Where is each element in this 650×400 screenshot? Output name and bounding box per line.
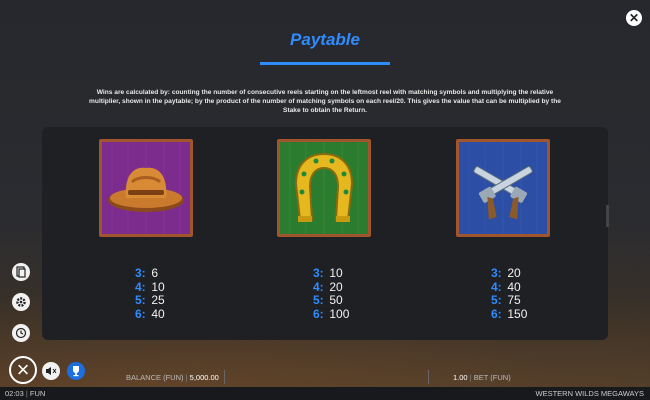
pay-count: 4: bbox=[491, 279, 502, 294]
exit-button[interactable]: × bbox=[9, 356, 37, 384]
horseshoe-icon bbox=[280, 142, 368, 234]
settings-button[interactable] bbox=[12, 293, 30, 311]
pay-row: 5: 75 bbox=[491, 293, 551, 308]
pay-count: 3: bbox=[135, 266, 146, 280]
close-icon[interactable]: ✕ bbox=[626, 10, 642, 26]
paytable-button[interactable] bbox=[12, 263, 30, 281]
bet-label: BET (FUN) bbox=[473, 373, 511, 382]
pay-value: 75 bbox=[507, 293, 521, 307]
horseshoe-symbol bbox=[277, 139, 371, 237]
page-title: Paytable bbox=[290, 30, 360, 49]
sound-button[interactable] bbox=[42, 362, 60, 380]
pay-value: 20 bbox=[507, 266, 521, 280]
pistols-icon bbox=[459, 142, 547, 234]
pay-row: 6: 40 bbox=[135, 306, 195, 322]
gear-icon bbox=[16, 297, 26, 307]
paytable-description: Wins are calculated by: counting the num… bbox=[89, 89, 561, 114]
pay-count: 6: bbox=[135, 306, 146, 321]
scrollbar[interactable] bbox=[606, 205, 609, 227]
pay-row: 4: 10 bbox=[135, 279, 195, 295]
pay-value: 150 bbox=[507, 306, 528, 321]
status-bar: 02:03 | FUN WESTERN WILDS MEGAWAYS bbox=[0, 387, 650, 400]
pay-row: 3: 6 bbox=[135, 266, 195, 281]
pay-value: 40 bbox=[151, 306, 165, 321]
document-icon bbox=[16, 266, 26, 278]
pay-count: 5: bbox=[313, 293, 324, 307]
pay-row: 4: 20 bbox=[313, 279, 373, 295]
pay-value: 40 bbox=[507, 279, 521, 294]
cowboy-hat-icon bbox=[102, 142, 190, 234]
cowboy-hat-paylist: 3: 6 4: 10 5: 25 6: 40 bbox=[135, 266, 195, 322]
pay-value: 6 bbox=[151, 266, 159, 280]
pay-count: 5: bbox=[135, 293, 146, 307]
horseshoe-paylist: 3: 10 4: 20 5: 50 6: 100 bbox=[313, 266, 373, 322]
pay-count: 4: bbox=[135, 279, 146, 294]
trophy-icon bbox=[73, 366, 79, 377]
pay-value: 25 bbox=[151, 293, 165, 307]
pay-row: 3: 20 bbox=[491, 266, 551, 281]
bet-value: 1.00 bbox=[453, 373, 468, 382]
pay-count: 6: bbox=[313, 306, 324, 321]
mode-text: FUN bbox=[29, 389, 46, 398]
pay-count: 5: bbox=[491, 293, 502, 307]
history-icon bbox=[15, 327, 27, 339]
balance-value: 5,000.00 bbox=[189, 373, 219, 382]
time-text: 02:03 bbox=[5, 389, 24, 398]
title-underline bbox=[260, 62, 390, 65]
cowboy-hat-symbol bbox=[99, 139, 193, 237]
pay-value: 10 bbox=[329, 266, 343, 280]
pay-count: 4: bbox=[313, 279, 324, 294]
balance-label: BALANCE (FUN) bbox=[126, 373, 184, 382]
pay-value: 20 bbox=[329, 279, 343, 294]
divider bbox=[224, 370, 225, 384]
history-button[interactable] bbox=[12, 324, 30, 342]
clock: 02:03 | FUN bbox=[5, 389, 45, 398]
crossed-pistols-symbol bbox=[456, 139, 550, 237]
pay-row: 5: 25 bbox=[135, 293, 195, 308]
pay-row: 4: 40 bbox=[491, 279, 551, 295]
pay-row: 5: 50 bbox=[313, 293, 373, 308]
speaker-icon bbox=[46, 367, 57, 375]
pay-value: 50 bbox=[329, 293, 343, 307]
pay-row: 6: 150 bbox=[491, 306, 551, 322]
balance-display: BALANCE (FUN) | 5,000.00 bbox=[126, 373, 219, 382]
pay-count: 6: bbox=[491, 306, 502, 321]
pay-row: 3: 10 bbox=[313, 266, 373, 281]
pay-count: 3: bbox=[491, 266, 502, 280]
trophy-button[interactable] bbox=[67, 362, 85, 380]
pistols-paylist: 3: 20 4: 40 5: 75 6: 150 bbox=[491, 266, 551, 322]
divider bbox=[428, 370, 429, 384]
pay-row: 6: 100 bbox=[313, 306, 373, 322]
pay-value: 10 bbox=[151, 279, 165, 294]
bet-display[interactable]: 1.00 | BET (FUN) bbox=[453, 373, 511, 382]
pay-value: 100 bbox=[329, 306, 350, 321]
game-name: WESTERN WILDS MEGAWAYS bbox=[535, 389, 644, 398]
pay-count: 3: bbox=[313, 266, 324, 280]
